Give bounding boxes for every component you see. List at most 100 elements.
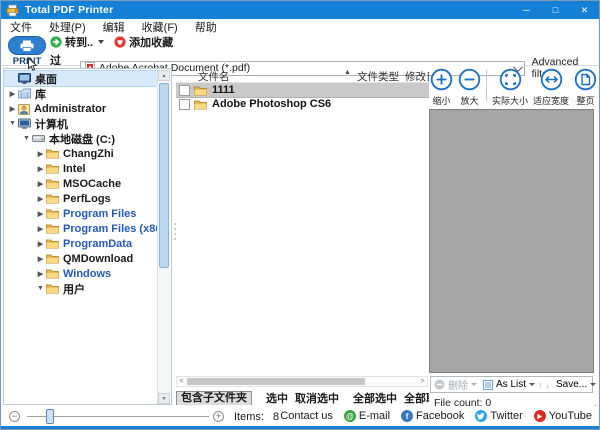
zoom-width-button[interactable]: 适应宽度 — [533, 68, 569, 107]
collapse-arrow-icon[interactable]: ▼ — [21, 135, 32, 142]
tree-item[interactable]: ▶ MSOCache — [4, 176, 158, 191]
minimize-icon[interactable]: ─ — [512, 1, 541, 19]
scroll-left-icon[interactable]: < — [177, 377, 186, 386]
file-checkbox[interactable] — [179, 99, 190, 110]
expand-arrow-icon[interactable]: ▶ — [35, 270, 46, 278]
tree-item[interactable]: ▶QMDownload — [4, 251, 158, 266]
selection-button[interactable]: 取消选中 — [295, 390, 339, 405]
youtube-link[interactable]: YouTube — [534, 410, 592, 422]
menu-item[interactable]: 帮助 — [195, 19, 217, 35]
expand-arrow-icon[interactable]: ▶ — [7, 105, 18, 113]
selection-button[interactable]: 全部取消选中 — [404, 390, 429, 405]
e-mail-link[interactable]: @E-mail — [344, 410, 390, 422]
twitter-link[interactable]: Twitter — [475, 410, 522, 422]
expand-arrow-icon[interactable]: ▶ — [35, 195, 46, 203]
view-mode-button[interactable]: As List — [496, 379, 526, 390]
view-mode-dropdown-icon[interactable] — [529, 383, 535, 386]
file-list-header: 文件名 ▲ 文件类型 修改日期 — [176, 68, 429, 83]
move-up-icon[interactable]: ↑ — [538, 380, 543, 390]
expand-arrow-icon[interactable]: ▶ — [35, 180, 46, 188]
zoom-plus-button[interactable]: 缩小 — [430, 68, 453, 107]
tree-item[interactable]: ▼本地磁盘 (C:) — [4, 131, 158, 146]
tree-item-label: Program Files (x86) — [63, 223, 165, 235]
tree-item[interactable]: ▶ Intel — [4, 161, 158, 176]
menu-item[interactable]: 编辑 — [103, 19, 125, 35]
toolbar: PRINT 转到.. 添加收藏 — [1, 34, 599, 66]
horizontal-scrollbar[interactable]: < > — [176, 376, 428, 387]
tree-scrollbar[interactable]: ▲ ▼ — [157, 70, 170, 404]
move-down-icon[interactable]: ↓ — [546, 380, 551, 390]
menubar: 文件 处理(P) 编辑 收藏(F) 帮助 — [1, 19, 599, 34]
tree-item[interactable]: ▶PerfLogs — [4, 191, 158, 206]
folder-icon — [46, 148, 59, 159]
slider-plus-icon[interactable]: + — [213, 411, 224, 422]
tree-item[interactable]: ▼用户 — [4, 281, 158, 296]
plus-circle-icon — [430, 68, 453, 93]
expand-arrow-icon[interactable]: ▶ — [35, 150, 46, 158]
slider-thumb[interactable] — [46, 409, 54, 424]
zoom-page-button[interactable]: 整页 — [574, 68, 597, 107]
scroll-right-icon[interactable]: > — [418, 377, 427, 386]
tree-scrollbar-thumb[interactable] — [159, 83, 169, 268]
tree-item-label: 桌面 — [35, 71, 57, 87]
selection-button[interactable]: 全部选中 — [353, 390, 397, 405]
selection-button[interactable]: 包含子文件夹 — [176, 391, 252, 406]
sort-ascending-icon: ▲ — [344, 69, 351, 76]
expand-arrow-icon[interactable]: ▶ — [35, 225, 46, 233]
size-slider[interactable] — [27, 416, 209, 417]
scroll-up-icon[interactable]: ▲ — [158, 70, 170, 81]
tree-item[interactable]: ▶ChangZhi — [4, 146, 158, 161]
file-list-row[interactable]: Adobe Photoshop CS6 — [176, 97, 429, 111]
tree-item[interactable]: ▶ Windows — [4, 266, 158, 281]
file-list-row[interactable]: 1111 — [176, 83, 429, 97]
tree-item-label: Intel — [63, 163, 86, 175]
delete-dropdown-icon[interactable] — [471, 383, 477, 386]
tree-item-label: Windows — [63, 268, 111, 280]
menu-item[interactable]: 收藏(F) — [142, 19, 178, 35]
tree-item[interactable]: ▶Program Files (x86) — [4, 221, 158, 236]
scroll-down-icon[interactable]: ▼ — [158, 393, 170, 404]
delete-button[interactable]: 删除 — [448, 377, 468, 392]
expand-arrow-icon[interactable]: ▶ — [35, 165, 46, 173]
tree-item[interactable]: ▶ProgramData — [4, 236, 158, 251]
menu-item[interactable]: 文件 — [10, 19, 32, 35]
column-filetype[interactable]: 文件类型 — [357, 69, 399, 84]
h-scrollbar-thumb[interactable] — [187, 378, 365, 385]
tree-item[interactable]: ▶Program Files — [4, 206, 158, 221]
tree-item-label: MSOCache — [63, 178, 121, 190]
expand-arrow-icon[interactable]: ▶ — [35, 240, 46, 248]
close-icon[interactable]: ✕ — [570, 1, 599, 19]
column-modified-date[interactable]: 修改日期 — [405, 69, 429, 84]
file-checkbox[interactable] — [179, 85, 190, 96]
zoom-button-label: 适应宽度 — [533, 94, 569, 107]
tree-item[interactable]: ▶Administrator — [4, 101, 158, 116]
items-value: 8 — [273, 411, 279, 423]
expand-arrow-icon[interactable]: ▶ — [35, 255, 46, 263]
printer-icon — [8, 36, 46, 55]
folder-icon — [194, 85, 207, 96]
library-icon — [18, 88, 31, 99]
contact-us-link[interactable]: Contact us — [280, 410, 333, 422]
tree-item[interactable]: ▼计算机 — [4, 116, 158, 131]
save-button[interactable]: Save... — [556, 379, 587, 390]
selection-button-bar: 包含子文件夹选中取消选中全部选中全部取消选中还 — [176, 390, 429, 405]
collapse-arrow-icon[interactable]: ▼ — [35, 285, 46, 292]
file-name-label: 1111 — [212, 84, 235, 96]
add-favorite-button[interactable]: 添加收藏 — [114, 34, 173, 50]
slider-minus-icon[interactable]: − — [9, 411, 20, 422]
tree-item[interactable]: ▶库 — [4, 86, 158, 101]
facebook-link[interactable]: fFacebook — [401, 410, 464, 422]
collapse-arrow-icon[interactable]: ▼ — [7, 120, 18, 127]
selection-button[interactable]: 选中 — [266, 390, 288, 405]
column-filename[interactable]: 文件名 — [198, 69, 230, 84]
menu-item[interactable]: 处理(P) — [49, 19, 86, 35]
goto-button[interactable]: 转到.. — [50, 34, 104, 50]
folder-icon — [46, 193, 59, 204]
save-dropdown-icon[interactable] — [590, 383, 596, 386]
maximize-icon[interactable]: □ — [541, 1, 570, 19]
expand-arrow-icon[interactable]: ▶ — [7, 90, 18, 98]
items-label: Items: — [234, 411, 264, 423]
expand-arrow-icon[interactable]: ▶ — [35, 210, 46, 218]
zoom-actual-button[interactable]: 实际大小 — [492, 68, 528, 107]
zoom-minus-button[interactable]: 放大 — [458, 68, 481, 107]
